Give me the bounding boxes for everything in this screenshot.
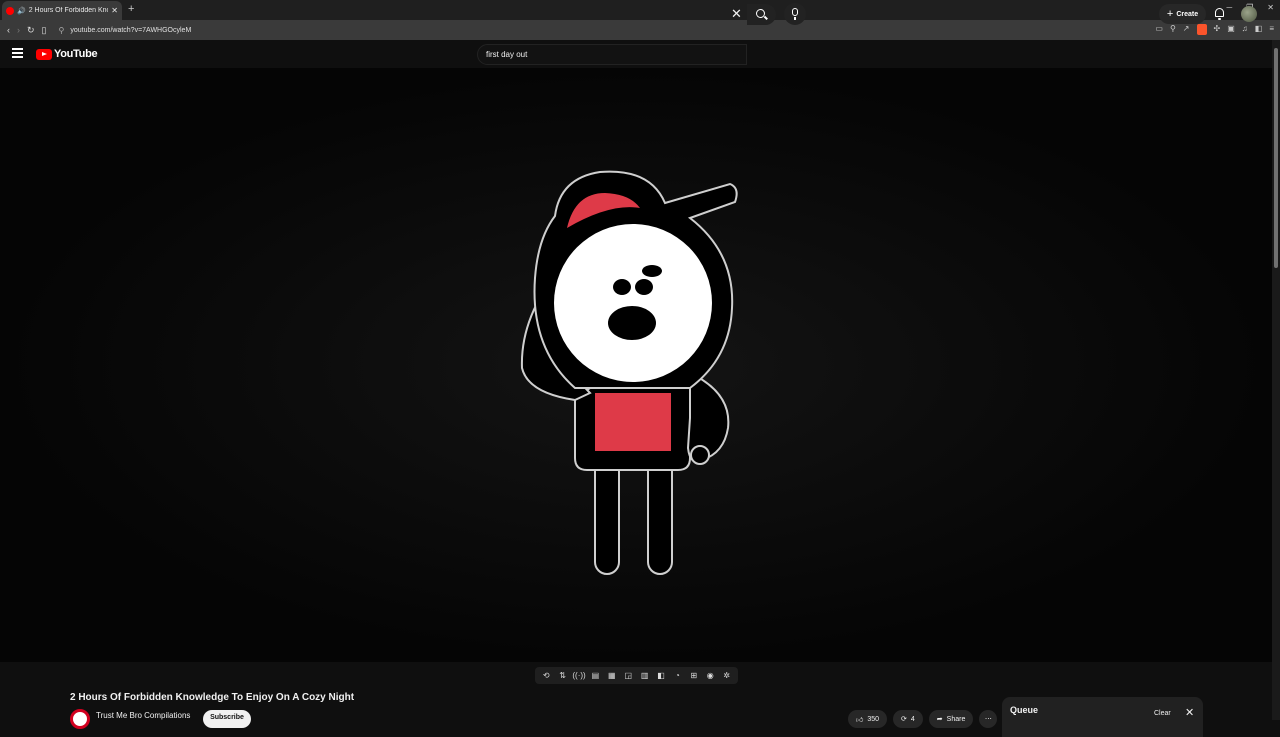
- cartoon-character-illustration: [520, 170, 738, 575]
- settings-icon[interactable]: ✲: [720, 670, 733, 681]
- remix-icon: ⟳: [901, 716, 907, 723]
- audio-playing-icon[interactable]: 🔊: [17, 7, 26, 15]
- url-field[interactable]: youtube.com/watch?v=7AWHGOcyleM: [70, 27, 191, 34]
- screen-record-icon[interactable]: ▤: [589, 670, 602, 681]
- browser-menu-icon[interactable]: ≡: [1269, 24, 1274, 35]
- brave-shields-icon[interactable]: [1196, 24, 1207, 35]
- like-button[interactable]: 👍︎ 350: [848, 710, 888, 728]
- clear-search-icon[interactable]: ✕: [731, 7, 742, 21]
- share-button[interactable]: ➦ Share: [928, 710, 974, 728]
- sidebar-icon[interactable]: ◧: [1255, 24, 1263, 35]
- hamburger-menu-icon[interactable]: [12, 48, 23, 60]
- search-button[interactable]: [747, 4, 776, 25]
- speed-icon[interactable]: ◔: [671, 670, 684, 681]
- tab-title: 2 Hours Of Forbidden Knowledge To Enjoy …: [28, 7, 109, 14]
- player-enhancer-toolbar: ⟲ ⇅ ((·)) ▤ ▦ ◲ ▥ ◧ ◔ ⊞ ◉ ✲: [535, 667, 738, 684]
- create-label: Create: [1176, 10, 1199, 18]
- back-icon[interactable]: ‹: [7, 25, 10, 36]
- clapperboard-icon[interactable]: ▦: [605, 670, 618, 681]
- video-frame: [520, 170, 738, 575]
- create-button[interactable]: + Create: [1159, 4, 1206, 24]
- search-input[interactable]: [486, 50, 726, 59]
- channel-name[interactable]: Trust Me Bro Compilations: [96, 711, 190, 720]
- browser-tabstrip: 🔊 2 Hours Of Forbidden Knowledge To Enjo…: [0, 0, 1280, 20]
- extension-icons: ▭ ⚲ ↗ ✣ ▣ ♫ ◧ ≡: [1155, 24, 1274, 35]
- plus-icon: +: [1166, 8, 1174, 20]
- remix-button[interactable]: ⟳ 4: [893, 710, 923, 728]
- nav-buttons: ‹ › ↻ ▯: [7, 25, 47, 36]
- forward-icon[interactable]: ›: [17, 25, 20, 36]
- notifications-bell-icon[interactable]: [1214, 8, 1225, 20]
- cast-icon[interactable]: ▭: [1155, 24, 1163, 35]
- queue-label: Queue: [1010, 705, 1039, 715]
- search-icon: [756, 9, 765, 18]
- video-title: 2 Hours Of Forbidden Knowledge To Enjoy …: [70, 692, 355, 703]
- media-icon[interactable]: ♫: [1242, 24, 1248, 35]
- clear-queue-button[interactable]: Clear: [1154, 710, 1171, 717]
- thumbs-up-icon: 👍︎: [856, 716, 864, 724]
- share-page-icon[interactable]: ↗: [1183, 24, 1190, 35]
- youtube-favicon-icon: [6, 6, 14, 15]
- subscribe-button[interactable]: Subscribe: [203, 710, 251, 728]
- close-tab-icon[interactable]: ✕: [111, 6, 118, 15]
- youtube-play-icon: [36, 48, 52, 60]
- search-box: [477, 44, 747, 65]
- add-to-queue-icon[interactable]: ⊞: [687, 670, 700, 681]
- browser-toolbar: ‹ › ↻ ▯ ⚲ youtube.com/watch?v=7AWHGOcyle…: [0, 20, 1280, 40]
- close-window-icon[interactable]: ✕: [1267, 3, 1274, 12]
- broadcast-icon[interactable]: ((·)): [572, 670, 585, 681]
- share-label: Share: [946, 715, 966, 723]
- screenshot-icon[interactable]: ◉: [704, 670, 717, 681]
- miniplayer-icon[interactable]: ◧: [655, 670, 668, 681]
- share-icon: ➦: [936, 716, 943, 723]
- close-queue-icon[interactable]: ✕: [1185, 708, 1194, 719]
- channel-avatar[interactable]: [70, 709, 90, 729]
- youtube-logo[interactable]: YouTube: [36, 48, 98, 60]
- remix-count: 4: [910, 715, 915, 723]
- wallet-icon[interactable]: ▣: [1227, 24, 1235, 35]
- more-actions-button[interactable]: ⋯: [979, 710, 998, 728]
- like-count: 350: [867, 715, 880, 723]
- pip-icon[interactable]: ◲: [622, 670, 635, 681]
- microphone-icon: [792, 8, 798, 16]
- minimize-icon[interactable]: ─: [1226, 3, 1232, 12]
- browser-tab[interactable]: 🔊 2 Hours Of Forbidden Knowledge To Enjo…: [2, 1, 122, 20]
- page-scrollbar[interactable]: [1272, 40, 1280, 720]
- cinema-icon[interactable]: ▥: [638, 670, 651, 681]
- youtube-header: YouTube: [0, 40, 1272, 68]
- loop-icon[interactable]: ⟲: [540, 670, 553, 681]
- site-info-icon[interactable]: ⚲: [59, 26, 65, 35]
- reload-icon[interactable]: ↻: [27, 25, 35, 36]
- video-player[interactable]: [0, 68, 1272, 662]
- bookmark-icon[interactable]: ▯: [42, 25, 47, 36]
- logo-text: YouTube: [54, 48, 98, 60]
- voice-search-button[interactable]: [784, 3, 806, 25]
- account-avatar[interactable]: [1241, 6, 1257, 22]
- zoom-icon[interactable]: ⚲: [1170, 24, 1176, 35]
- extensions-icon[interactable]: ✣: [1214, 24, 1221, 35]
- queue-panel: Queue Clear ✕: [1002, 697, 1203, 737]
- scrollbar-thumb[interactable]: [1274, 48, 1278, 268]
- new-tab-button[interactable]: +: [128, 3, 134, 15]
- sort-icon[interactable]: ⇅: [556, 670, 569, 681]
- video-actions: 👍︎ 350 ⟳ 4 ➦ Share ⋯: [848, 710, 998, 728]
- more-icon: ⋯: [984, 716, 992, 723]
